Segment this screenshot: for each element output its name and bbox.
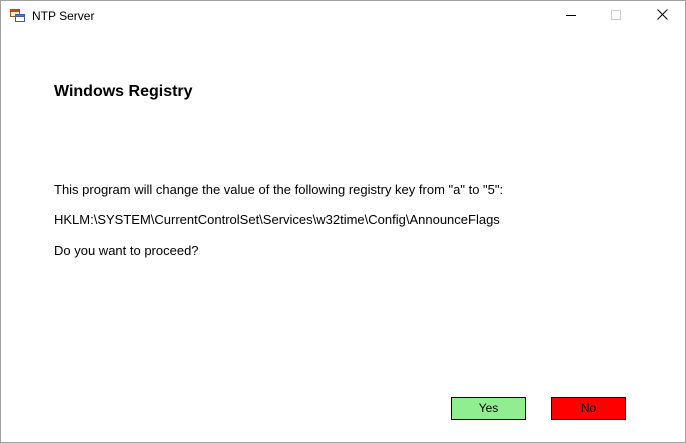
maximize-icon: [611, 7, 621, 25]
app-window-icon: [10, 9, 25, 22]
change-description-text: This program will change the value of th…: [54, 182, 504, 197]
yes-button[interactable]: Yes: [451, 397, 526, 420]
maximize-button[interactable]: [593, 1, 639, 31]
minimize-button[interactable]: [548, 1, 594, 31]
title-bar[interactable]: NTP Server: [1, 1, 685, 31]
proceed-question: Do you want to proceed?: [54, 243, 199, 258]
window-title: NTP Server: [32, 9, 95, 23]
registry-key-path: HKLM:\SYSTEM\CurrentControlSet\Services\…: [54, 212, 500, 227]
minimize-icon: [566, 7, 576, 25]
close-button[interactable]: [639, 1, 685, 31]
dialog-heading: Windows Registry: [54, 83, 193, 100]
no-button[interactable]: No: [551, 397, 626, 420]
ntp-server-dialog: NTP Server Windows Registry This program…: [0, 0, 686, 443]
close-icon: [656, 7, 668, 25]
